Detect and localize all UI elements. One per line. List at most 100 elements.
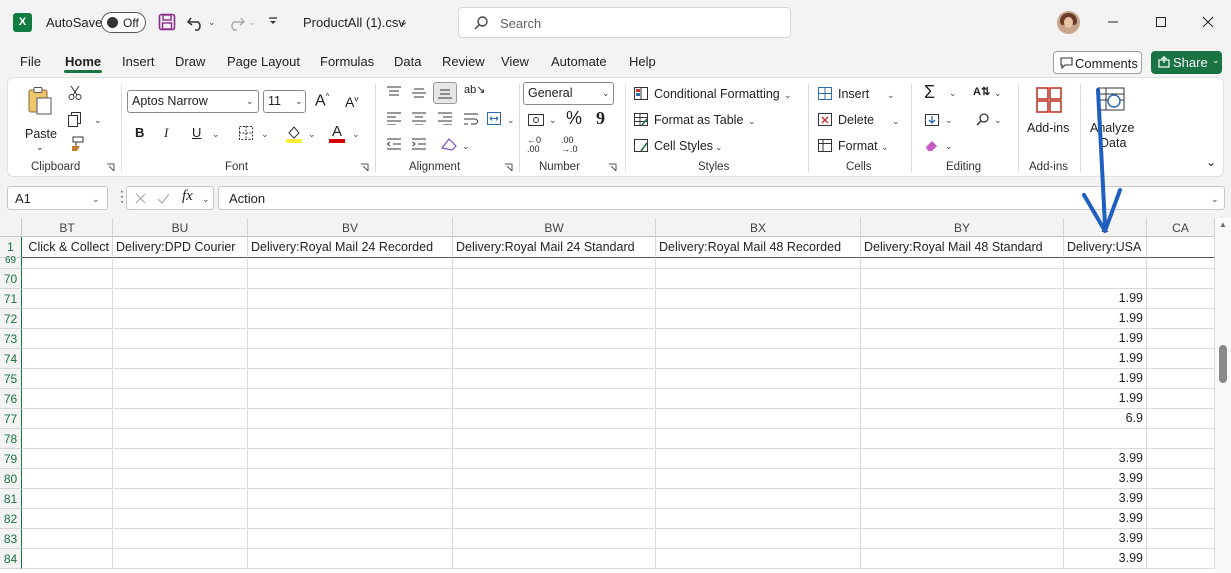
grid-cell[interactable] [453, 409, 656, 429]
grid-cell[interactable] [656, 429, 861, 449]
row-header[interactable]: 76 [0, 389, 22, 409]
bold-button[interactable]: B [135, 125, 144, 140]
grid-cell[interactable] [453, 349, 656, 369]
paste-button[interactable]: Paste ⌄ [22, 84, 58, 152]
grid-cell[interactable] [113, 529, 248, 549]
grid-cell[interactable] [453, 269, 656, 289]
underline-button[interactable]: U [192, 125, 201, 140]
grid-cell[interactable] [656, 329, 861, 349]
grid-cell[interactable] [453, 469, 656, 489]
clear-icon[interactable] [924, 138, 940, 152]
avatar[interactable] [1057, 11, 1080, 34]
grid-cell[interactable] [453, 329, 656, 349]
font-color-icon[interactable]: A [332, 123, 342, 140]
grid-cell[interactable] [1147, 529, 1215, 549]
grid-cell[interactable] [656, 269, 861, 289]
grid-cell[interactable] [861, 469, 1064, 489]
grid-cell[interactable] [1147, 289, 1215, 309]
conditional-formatting-button[interactable]: Conditional Formatting ⌄ [633, 84, 793, 104]
redo-dropdown-icon[interactable]: ⌄ [248, 17, 256, 28]
grid-cell[interactable] [861, 409, 1064, 429]
grid-cell[interactable] [22, 389, 113, 409]
increase-indent-icon[interactable] [411, 138, 427, 151]
grid-cell[interactable] [113, 449, 248, 469]
grid-cell[interactable] [656, 409, 861, 429]
font-name-dropdown[interactable]: Aptos Narrow ⌄ [127, 90, 259, 113]
column-header[interactable]: CA [1147, 218, 1215, 237]
grid-cell[interactable] [453, 449, 656, 469]
clear-chevron-icon[interactable]: ⌄ [945, 141, 953, 152]
format-as-table-button[interactable]: Format as Table ⌄ [633, 110, 763, 130]
align-left-icon[interactable] [386, 112, 402, 125]
search-box[interactable]: Search [458, 7, 791, 38]
grid-cell[interactable] [22, 549, 113, 569]
fx-chevron-icon[interactable]: ⌄ [202, 194, 210, 205]
fill-icon[interactable] [924, 113, 940, 127]
clipboard-launcher-icon[interactable] [106, 163, 115, 172]
usa-price-cell[interactable]: 3.99 [1064, 549, 1147, 569]
grid-cell[interactable] [453, 389, 656, 409]
usa-price-cell[interactable] [1064, 429, 1147, 449]
usa-price-cell[interactable]: 1.99 [1064, 349, 1147, 369]
grid-cell[interactable] [1147, 489, 1215, 509]
borders-chevron-icon[interactable]: ⌄ [261, 129, 269, 140]
grid-cell[interactable] [861, 329, 1064, 349]
grid-cell[interactable] [656, 549, 861, 569]
grid-cell[interactable] [248, 429, 453, 449]
grid-cell[interactable] [656, 489, 861, 509]
vertical-scrollbar[interactable]: ▲ [1215, 218, 1231, 573]
grid-cell[interactable] [861, 489, 1064, 509]
grid-cell[interactable] [113, 469, 248, 489]
tab-page-layout[interactable]: Page Layout [227, 54, 300, 69]
header-cell[interactable]: Click & Collect [22, 237, 113, 258]
sort-filter-chevron-icon[interactable]: ⌄ [994, 88, 1002, 99]
header-cell[interactable]: Delivery:Royal Mail 24 Standard [453, 237, 656, 258]
grid-cell[interactable] [22, 489, 113, 509]
grid-cell[interactable] [1064, 258, 1147, 269]
usa-price-cell[interactable]: 1.99 [1064, 289, 1147, 309]
format-painter-icon[interactable] [68, 136, 84, 152]
accounting-format-icon[interactable] [527, 113, 545, 127]
grid-cell[interactable] [22, 449, 113, 469]
merge-center-icon[interactable] [486, 111, 502, 126]
grid-cell[interactable] [453, 258, 656, 269]
decrease-decimal-icon[interactable]: .00 →.0 [561, 136, 578, 154]
row-header[interactable]: 69 [0, 256, 22, 269]
usa-price-cell[interactable]: 1.99 [1064, 389, 1147, 409]
grid-cell[interactable] [248, 389, 453, 409]
grid-cell[interactable] [1147, 258, 1215, 269]
grid-cell[interactable] [248, 409, 453, 429]
grid-cell[interactable] [248, 269, 453, 289]
grid-cell[interactable] [22, 509, 113, 529]
underline-chevron-icon[interactable]: ⌄ [212, 129, 220, 140]
expand-formula-icon[interactable]: ⌄ [1211, 194, 1219, 205]
usa-price-cell[interactable]: 1.99 [1064, 309, 1147, 329]
row-header[interactable]: 82 [0, 509, 22, 529]
grid-cell[interactable] [113, 329, 248, 349]
tab-help[interactable]: Help [629, 54, 656, 69]
grid-cell[interactable] [656, 529, 861, 549]
header-cell[interactable]: Delivery:Royal Mail 48 Standard [861, 237, 1064, 258]
grid-cell[interactable] [248, 529, 453, 549]
grid-cell[interactable] [453, 549, 656, 569]
row-header[interactable]: 79 [0, 449, 22, 469]
grid-cell[interactable] [453, 489, 656, 509]
close-icon[interactable] [1202, 16, 1214, 28]
font-color-chevron-icon[interactable]: ⌄ [352, 129, 360, 140]
grid-cell[interactable] [113, 309, 248, 329]
add-ins-button[interactable]: Add-ins [1025, 84, 1075, 139]
text-direction-chevron-icon[interactable]: ⌄ [462, 141, 470, 152]
fill-color-icon[interactable] [285, 124, 303, 144]
grid-cell[interactable] [22, 429, 113, 449]
grid-cell[interactable] [453, 369, 656, 389]
text-direction-icon[interactable] [440, 136, 458, 151]
find-select-chevron-icon[interactable]: ⌄ [994, 115, 1002, 126]
grid-cell[interactable] [1147, 349, 1215, 369]
percent-style-button[interactable]: % [566, 108, 582, 129]
grid-cell[interactable] [1147, 309, 1215, 329]
grid-cell[interactable] [113, 409, 248, 429]
usa-price-cell[interactable]: 6.9 [1064, 409, 1147, 429]
grid-cell[interactable] [22, 269, 113, 289]
row-header[interactable]: 81 [0, 489, 22, 509]
grid-cell[interactable] [248, 549, 453, 569]
